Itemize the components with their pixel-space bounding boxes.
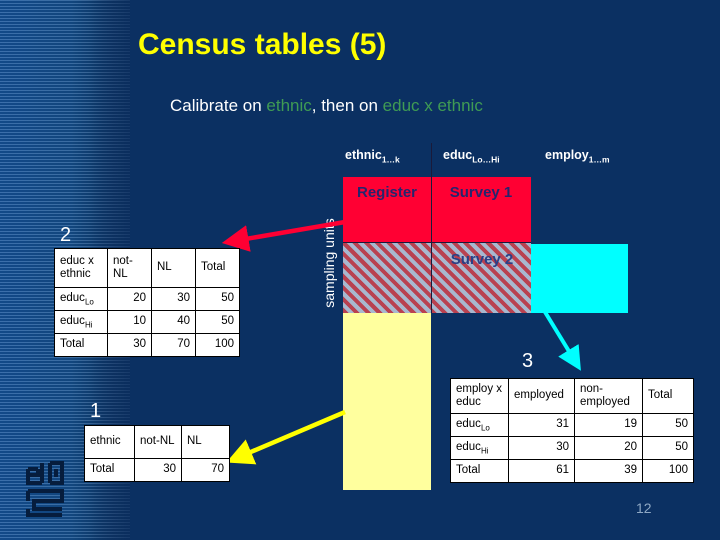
cbs-logo [20,457,70,519]
column-label-employ-sub: 1…m [588,154,610,165]
column-label-ethnic: ethnic1…k [345,148,400,165]
page-number: 12 [636,500,652,516]
table-2-row-1-label-base: educ [60,314,85,327]
table-2-cell-1-1: 40 [151,310,196,334]
table-2-header-1: not-NL [107,248,152,288]
table-2-row-1-label: educHi [54,310,108,334]
sampling-units-axis-label: sampling units [321,218,337,308]
table-2-cell-1-2: 50 [195,310,240,334]
table-3-cell-0-0: 31 [508,413,575,437]
yellow-arrow [226,409,346,465]
table-3-row-1-label: educHi [450,436,509,460]
register-block-label: Register [356,184,418,201]
table-3-row-2-label: Total [450,459,509,483]
table-2-header-3: Total [195,248,240,288]
table-2-row-2-label: Total [54,333,108,357]
table-3-cell-1-0: 30 [508,436,575,460]
survey1-block-label: Survey 1 [449,184,513,201]
block-horizontal-divider [343,242,531,243]
cyan-arrow [543,310,581,371]
table-3-cell-1-2: 50 [642,436,694,460]
column-label-educ-sub: Lo…Hi [472,154,500,165]
table-3-row-1-label-base: educ [456,440,481,453]
table-1-cell-0-0: 30 [134,458,182,482]
table-row: Total 30 70 100 [54,333,240,357]
table-row: educLo 31 19 50 [450,413,694,437]
table-3-header-3: Total [642,378,694,414]
table-1: ethnic not-NL NL Total 30 70 [84,425,230,482]
table-2-cell-1-0: 10 [107,310,152,334]
table-1-row-0-label: Total [84,458,135,482]
table-row: educ x ethnic not-NL NL Total [54,248,240,288]
table-2-header-2: NL [151,248,196,288]
subtitle-part-0: Calibrate on [170,96,267,115]
table-2-cell-2-2: 100 [195,333,240,357]
table-2-row-1-label-sub: Hi [84,320,93,330]
survey1-block: Survey 1 [431,177,531,243]
column-label-ethnic-sub: 1…k [381,154,400,165]
block-vertical-divider [431,143,432,313]
column-label-ethnic-base: ethnic [345,148,382,162]
table-3-cell-2-0: 61 [508,459,575,483]
column-label-employ: employ1…m [545,148,610,165]
yellow-block [343,313,431,490]
table-1-header-2: NL [181,425,230,459]
table-3: employ x educ employed non-employed Tota… [450,378,694,483]
table-row: ethnic not-NL NL [84,425,230,459]
table-3-cell-1-1: 20 [574,436,643,460]
table-row: educHi 10 40 50 [54,310,240,334]
step-number-2: 2 [60,224,72,246]
subtitle-part-2: , then on [311,96,383,115]
table-2-row-0-label-base: educ [60,291,85,304]
page-title: Census tables (5) [138,28,387,61]
table-2-header-0: educ x ethnic [54,248,108,288]
table-1-header-1: not-NL [134,425,182,459]
table-3-header-0: employ x educ [450,378,509,414]
table-3-row-0-label: educLo [450,413,509,437]
table-2: educ x ethnic not-NL NL Total educLo 20 … [54,248,240,357]
table-3-cell-0-2: 50 [642,413,694,437]
step-number-1: 1 [90,400,102,422]
column-label-educ-base: educ [443,148,473,162]
table-2-row-0-label-sub: Lo [84,297,94,307]
table-2-cell-0-2: 50 [195,287,240,311]
slide-canvas: Census tables (5) Calibrate on ethnic, t… [0,0,720,540]
register-block: Register [343,177,431,243]
subtitle-part-ethnic: ethnic [266,96,312,115]
table-2-cell-2-0: 30 [107,333,152,357]
table-3-row-1-label-sub: Hi [480,446,489,456]
table-3-header-2: non-employed [574,378,643,414]
column-label-employ-base: employ [545,148,589,162]
table-2-row-0-label: educLo [54,287,108,311]
table-3-row-0-label-sub: Lo [480,423,490,433]
table-2-cell-0-0: 20 [107,287,152,311]
subtitle: Calibrate on ethnic, then on educ x ethn… [170,96,483,116]
table-row: Total 61 39 100 [450,459,694,483]
table-3-header-1: employed [508,378,575,414]
table-3-row-0-label-base: educ [456,417,481,430]
table-row: educHi 30 20 50 [450,436,694,460]
survey2-block-right: Survey 2 [431,243,531,313]
table-row: Total 30 70 [84,458,230,482]
subtitle-part-educ-x-ethnic: educ x ethnic [382,96,483,115]
table-3-cell-0-1: 19 [574,413,643,437]
table-3-cell-2-1: 39 [574,459,643,483]
table-2-cell-2-1: 70 [151,333,196,357]
table-row: educLo 20 30 50 [54,287,240,311]
step-number-3: 3 [522,350,534,372]
table-3-cell-2-2: 100 [642,459,694,483]
table-1-cell-0-1: 70 [181,458,230,482]
cyan-block [531,244,628,313]
column-label-educ: educLo…Hi [443,148,500,165]
table-row: employ x educ employed non-employed Tota… [450,378,694,414]
table-1-header-0: ethnic [84,425,135,459]
table-2-cell-0-1: 30 [151,287,196,311]
